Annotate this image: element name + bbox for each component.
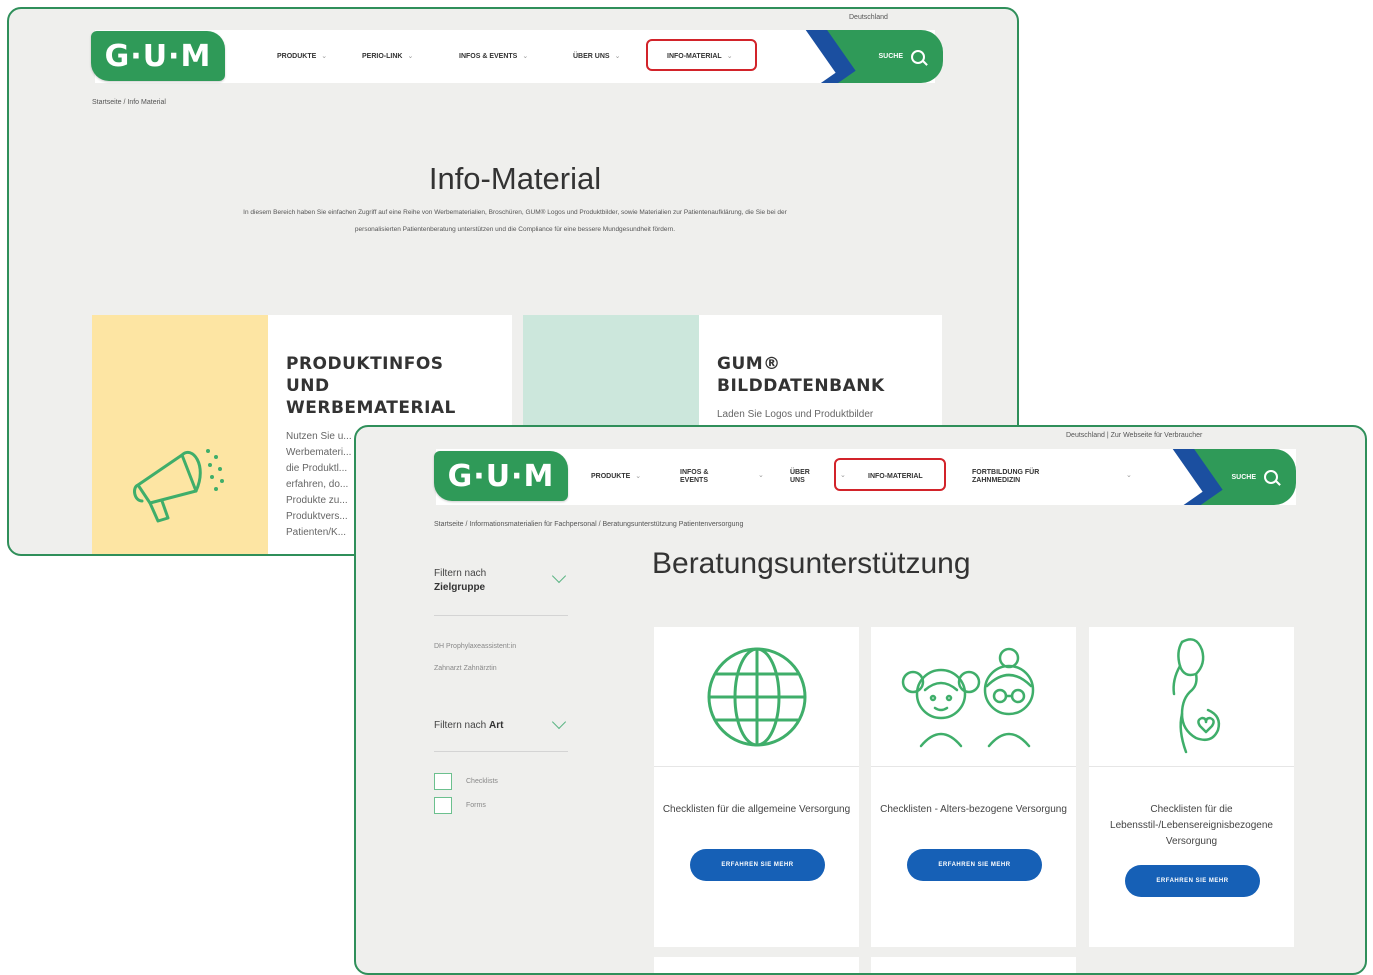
- filter-art[interactable]: Filtern nach Art: [434, 719, 503, 733]
- chevron-down-icon: ⌄: [1126, 472, 1132, 479]
- nav-infos-events[interactable]: INFOS & EVENTS ⌄: [459, 53, 528, 61]
- gum-logo[interactable]: G·U·M: [434, 451, 568, 501]
- card-label: Checklisten für die allgemeine Versorgun…: [662, 804, 851, 815]
- card-stub: [654, 957, 859, 973]
- card-title: PRODUKTINFOS UND WERBEMATERIAL: [286, 354, 456, 418]
- globe-icon: [707, 647, 806, 746]
- chevron-down-icon: ⌄: [522, 52, 529, 60]
- filter-option[interactable]: Zahnarzt Zahnärztin: [434, 659, 497, 679]
- nav-produkte[interactable]: PRODUKTE ⌄: [591, 473, 641, 481]
- learn-more-button[interactable]: ERFAHREN SIE MEHR: [690, 849, 825, 881]
- chevron-down-icon[interactable]: [551, 714, 567, 730]
- search-icon: [911, 49, 925, 64]
- nav-infos-events[interactable]: INFOS & EVENTS: [680, 469, 730, 485]
- breadcrumb[interactable]: Startseite / Informationsmaterialien für…: [434, 521, 743, 528]
- nav-perio-link[interactable]: PERIO-LINK ⌄: [362, 53, 413, 61]
- search-label: SUCHE: [1231, 473, 1256, 481]
- chevron-down-icon: ⌄: [614, 52, 621, 60]
- card-title: GUM® BILDDATENBANK: [717, 354, 885, 396]
- chevron-down-icon[interactable]: [551, 568, 567, 584]
- card-lebensstil-versorgung[interactable]: Checklisten für die Lebensstil-/Lebenser…: [1089, 627, 1294, 947]
- card-text: Laden Sie Logos und Produktbilder: [717, 409, 874, 420]
- filter-option[interactable]: DH Prophylaxeassistent:in: [434, 637, 516, 657]
- search-icon: [1264, 470, 1278, 484]
- search-label: SUCHE: [878, 53, 903, 60]
- pregnant-woman-icon: [1171, 638, 1220, 754]
- card-label: Checklisten - Alters-bezogene Versorgung: [880, 804, 1067, 815]
- checkbox[interactable]: [434, 797, 452, 814]
- breadcrumb[interactable]: Startseite / Info Material: [92, 99, 166, 106]
- intro-text: In diesem Bereich haben Sie einfachen Zu…: [243, 209, 787, 233]
- country-selector[interactable]: Deutschland: [849, 14, 888, 21]
- search-button[interactable]: SUCHE: [1156, 449, 1296, 505]
- nav-ueber-uns[interactable]: ÜBER UNS: [790, 469, 826, 485]
- search-button[interactable]: SUCHE: [789, 30, 943, 83]
- page-title: Info-Material: [428, 161, 602, 196]
- divider: [434, 751, 568, 752]
- learn-more-button[interactable]: ERFAHREN SIE MEHR: [907, 849, 1042, 881]
- card-label: Checklisten für die Lebensstil-/Lebenser…: [1110, 804, 1273, 847]
- gum-logo[interactable]: G·U·M: [91, 31, 225, 81]
- nav-ueber-uns[interactable]: ÜBER UNS ⌄: [573, 53, 620, 61]
- chevron-down-icon: ⌄: [407, 52, 414, 60]
- card-allgemeine-versorgung[interactable]: Checklisten für die allgemeine Versorgun…: [654, 627, 859, 947]
- chevron-down-icon: ⌄: [635, 473, 642, 480]
- children-icon: [901, 647, 1034, 747]
- megaphone-icon: [133, 449, 224, 523]
- chevron-down-icon: ⌄: [321, 52, 328, 60]
- nav-fortbildung[interactable]: FORTBILDUNG FÜR ZAHNMEDIZIN: [972, 469, 1082, 485]
- page-title: Beratungsunterstützung: [652, 547, 971, 580]
- highlight-box: [834, 458, 946, 491]
- filter-zielgruppe[interactable]: Filtern nach Zielgruppe: [434, 567, 486, 595]
- card-altersbezogene-versorgung[interactable]: Checklisten - Alters-bezogene Versorgung…: [871, 627, 1076, 947]
- checkbox[interactable]: [434, 773, 452, 790]
- learn-more-button[interactable]: ERFAHREN SIE MEHR: [1125, 865, 1260, 897]
- card-image-produktinfos[interactable]: [92, 315, 268, 554]
- checkbox-checklists[interactable]: Checklists: [434, 773, 498, 790]
- top-links[interactable]: Deutschland | Zur Webseite für Verbrauch…: [1066, 432, 1202, 439]
- divider: [434, 615, 568, 616]
- highlight-box: [646, 39, 757, 71]
- checkbox-forms[interactable]: Forms: [434, 797, 486, 814]
- beratungsunterstuetzung-screenshot: Deutschland | Zur Webseite für Verbrauch…: [354, 425, 1367, 975]
- card-stub: [871, 957, 1076, 973]
- chevron-down-icon: ⌄: [758, 472, 764, 479]
- nav-produkte[interactable]: PRODUKTE ⌄: [277, 53, 327, 61]
